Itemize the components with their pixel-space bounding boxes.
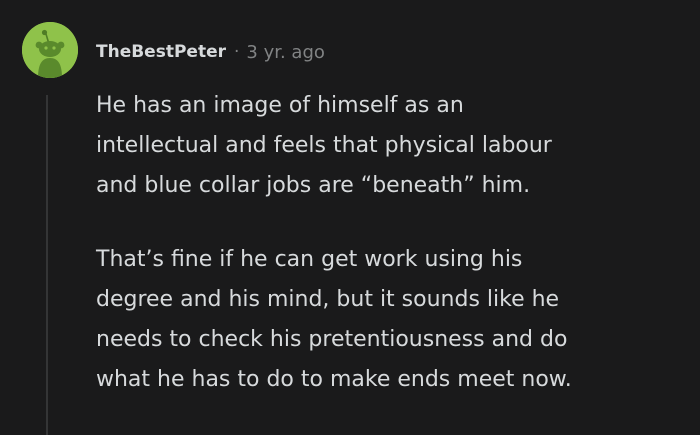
meta-separator: ·	[234, 42, 240, 62]
comment-text-line: intellectual and feels that physical lab…	[96, 133, 552, 158]
comment-header: TheBestPeter · 3 yr. ago	[96, 38, 325, 66]
comment-text-line: That’s fine if he can get work using his	[96, 247, 523, 272]
thread-line[interactable]	[46, 95, 48, 435]
comment-text-line: degree and his mind, but it sounds like …	[96, 287, 560, 312]
comment-text-line: and blue collar jobs are “beneath” him.	[96, 173, 531, 198]
snoo-avatar-icon	[22, 22, 78, 78]
comment-body: He has an image of himself as an intelle…	[96, 86, 686, 400]
comment-text-line: what he has to do to make ends meet now.	[96, 367, 572, 392]
timestamp[interactable]: 3 yr. ago	[246, 42, 325, 63]
comment-paragraph: He has an image of himself as an intelle…	[96, 86, 686, 206]
comment-text-line: He has an image of himself as an	[96, 93, 464, 118]
user-avatar[interactable]	[22, 22, 78, 78]
comment-text-line: needs to check his pretentiousness and d…	[96, 327, 568, 352]
username-link[interactable]: TheBestPeter	[96, 42, 226, 62]
comment-paragraph: That’s fine if he can get work using his…	[96, 240, 686, 400]
comment: TheBestPeter · 3 yr. ago He has an image…	[0, 0, 700, 435]
